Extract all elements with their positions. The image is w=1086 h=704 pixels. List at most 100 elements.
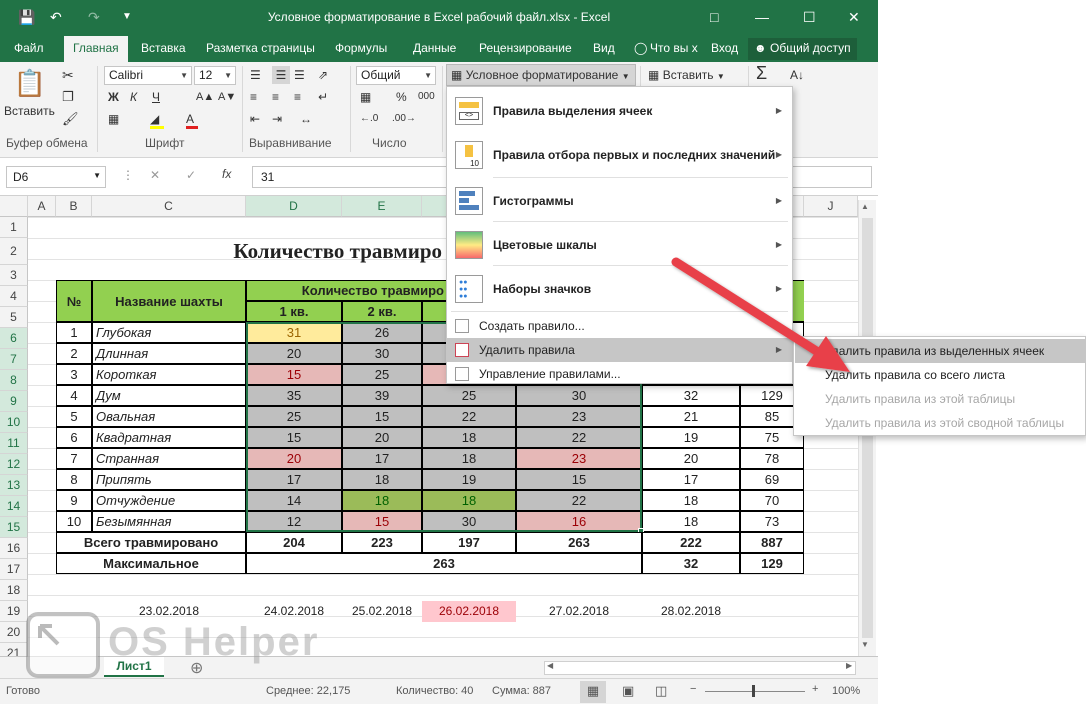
italic-button[interactable]: К xyxy=(130,88,137,106)
data-cell[interactable]: 20 xyxy=(342,427,422,448)
data-cell[interactable]: 17 xyxy=(642,469,740,490)
font-color-icon[interactable]: A xyxy=(186,110,198,129)
shrink-font-icon[interactable]: A▼ xyxy=(218,88,236,106)
date-cell[interactable]: 28.02.2018 xyxy=(642,601,740,622)
menu-color-scales[interactable]: Цветовые шкалы ▶ xyxy=(447,225,792,265)
column-header[interactable]: A xyxy=(28,196,56,217)
sort-filter-icon[interactable]: A↓ xyxy=(790,66,804,84)
data-cell[interactable]: 32 xyxy=(642,385,740,406)
data-cell[interactable]: 30 xyxy=(342,343,422,364)
tab-formulas[interactable]: Формулы xyxy=(335,41,387,55)
tab-file[interactable]: Файл xyxy=(14,41,44,55)
data-cell[interactable]: 20 xyxy=(246,448,342,469)
data-cell[interactable]: 30 xyxy=(516,385,642,406)
data-cell[interactable]: 18 xyxy=(422,427,516,448)
data-cell[interactable]: 23 xyxy=(516,448,642,469)
data-cell[interactable]: 25 xyxy=(422,385,516,406)
align-middle-icon[interactable]: ☰ xyxy=(272,66,290,84)
tab-review[interactable]: Рецензирование xyxy=(479,41,572,55)
align-top-icon[interactable]: ☰ xyxy=(250,66,261,84)
sign-in-link[interactable]: Вход xyxy=(711,41,738,55)
decrease-indent-icon[interactable]: ⇤ xyxy=(250,110,260,128)
total-value[interactable]: 887 xyxy=(740,532,804,553)
scroll-up-icon[interactable]: ▲ xyxy=(861,202,869,211)
conditional-formatting-button[interactable]: ▦ Условное форматирование ▼ xyxy=(446,64,636,86)
mine-name-cell[interactable]: Дум xyxy=(92,385,246,406)
header-q3-partial[interactable] xyxy=(422,301,446,322)
data-cell[interactable]: 18 xyxy=(422,448,516,469)
max-label[interactable]: Максимальное xyxy=(56,553,246,574)
data-cell[interactable]: 69 xyxy=(740,469,804,490)
row-number-cell[interactable]: 10 xyxy=(56,511,92,532)
total-value[interactable]: 197 xyxy=(422,532,516,553)
data-cell[interactable]: 22 xyxy=(516,490,642,511)
total-label[interactable]: Всего травмировано xyxy=(56,532,246,553)
horizontal-scrollbar[interactable] xyxy=(544,661,856,675)
menu-highlight-rules[interactable]: <> Правила выделения ячеек ▶ xyxy=(447,91,792,131)
align-right-icon[interactable]: ≡ xyxy=(294,88,301,106)
increase-indent-icon[interactable]: ⇥ xyxy=(272,110,282,128)
data-cell[interactable]: 18 xyxy=(422,490,516,511)
zoom-slider[interactable] xyxy=(705,691,805,692)
align-left-icon[interactable]: ≡ xyxy=(250,88,257,106)
date-cell[interactable]: 27.02.2018 xyxy=(516,601,642,622)
data-cell[interactable]: 21 xyxy=(642,406,740,427)
clear-rules-pivot-table[interactable]: Удалить правила из этой сводной таблицы xyxy=(795,411,1085,435)
header-mine-name[interactable]: Название шахты xyxy=(92,280,246,322)
normal-view-icon[interactable]: ▦ xyxy=(580,681,606,703)
autosum-button[interactable]: Σ xyxy=(756,64,767,82)
data-cell[interactable]: 17 xyxy=(342,448,422,469)
row-header[interactable]: 4 xyxy=(0,286,28,307)
row-number-cell[interactable]: 5 xyxy=(56,406,92,427)
zoom-in-icon[interactable]: + xyxy=(812,683,818,695)
save-icon[interactable]: 💾 xyxy=(18,8,35,26)
mine-name-cell[interactable]: Странная xyxy=(92,448,246,469)
cut-icon[interactable]: ✂ xyxy=(62,66,74,84)
scroll-left-icon[interactable]: ◀ xyxy=(547,661,553,670)
menu-manage-rules[interactable]: Управление правилами... xyxy=(447,362,792,386)
row-header[interactable]: 7 xyxy=(0,349,28,370)
row-number-cell[interactable]: 7 xyxy=(56,448,92,469)
tab-page-layout[interactable]: Разметка страницы xyxy=(206,41,315,55)
tell-me-search[interactable]: Что вы х xyxy=(650,41,698,55)
row-header[interactable]: 15 xyxy=(0,517,28,538)
data-cell[interactable]: 23 xyxy=(516,406,642,427)
data-cell[interactable]: 18 xyxy=(642,490,740,511)
total-value[interactable]: 223 xyxy=(342,532,422,553)
cancel-formula-icon[interactable]: ✕ xyxy=(150,168,160,182)
header-q2[interactable]: 2 кв. xyxy=(342,301,422,322)
orientation-icon[interactable]: ⇗ xyxy=(318,66,328,84)
data-cell[interactable]: 18 xyxy=(342,469,422,490)
tab-view[interactable]: Вид xyxy=(593,41,615,55)
row-header[interactable]: 8 xyxy=(0,370,28,391)
row-header[interactable]: 19 xyxy=(0,601,28,622)
tell-me-icon[interactable]: ◯ xyxy=(634,41,647,55)
total-value[interactable]: 204 xyxy=(246,532,342,553)
insert-cells-button[interactable]: ▦ Вставить ▼ xyxy=(648,66,725,86)
row-number-cell[interactable]: 9 xyxy=(56,490,92,511)
tab-home[interactable]: Главная xyxy=(64,36,128,62)
header-q1[interactable]: 1 кв. xyxy=(246,301,342,322)
date-cell[interactable]: 25.02.2018 xyxy=(342,601,422,622)
borders-icon[interactable]: ▦ xyxy=(108,110,119,128)
row-header[interactable]: 5 xyxy=(0,307,28,328)
row-number-cell[interactable]: 2 xyxy=(56,343,92,364)
menu-data-bars[interactable]: Гистограммы ▶ xyxy=(447,181,792,221)
row-header[interactable]: 18 xyxy=(0,580,28,601)
max-value[interactable]: 263 xyxy=(246,553,642,574)
data-cell[interactable]: 73 xyxy=(740,511,804,532)
clear-rules-this-table[interactable]: Удалить правила из этой таблицы xyxy=(795,387,1085,411)
row-header[interactable]: 3 xyxy=(0,265,28,286)
zoom-out-icon[interactable]: − xyxy=(690,683,696,695)
comma-style-icon[interactable]: 000 xyxy=(418,88,435,106)
page-layout-view-icon[interactable]: ▣ xyxy=(622,683,634,699)
data-cell[interactable]: 22 xyxy=(516,427,642,448)
max-value[interactable]: 129 xyxy=(740,553,804,574)
row-header[interactable]: 12 xyxy=(0,454,28,475)
column-header[interactable]: D xyxy=(246,196,342,217)
column-header[interactable]: E xyxy=(342,196,422,217)
scroll-right-icon[interactable]: ▶ xyxy=(846,661,852,670)
menu-new-rule[interactable]: Создать правило... xyxy=(447,314,792,338)
data-cell[interactable]: 16 xyxy=(516,511,642,532)
clear-rules-entire-sheet[interactable]: Удалить правила со всего листа xyxy=(795,363,1085,387)
